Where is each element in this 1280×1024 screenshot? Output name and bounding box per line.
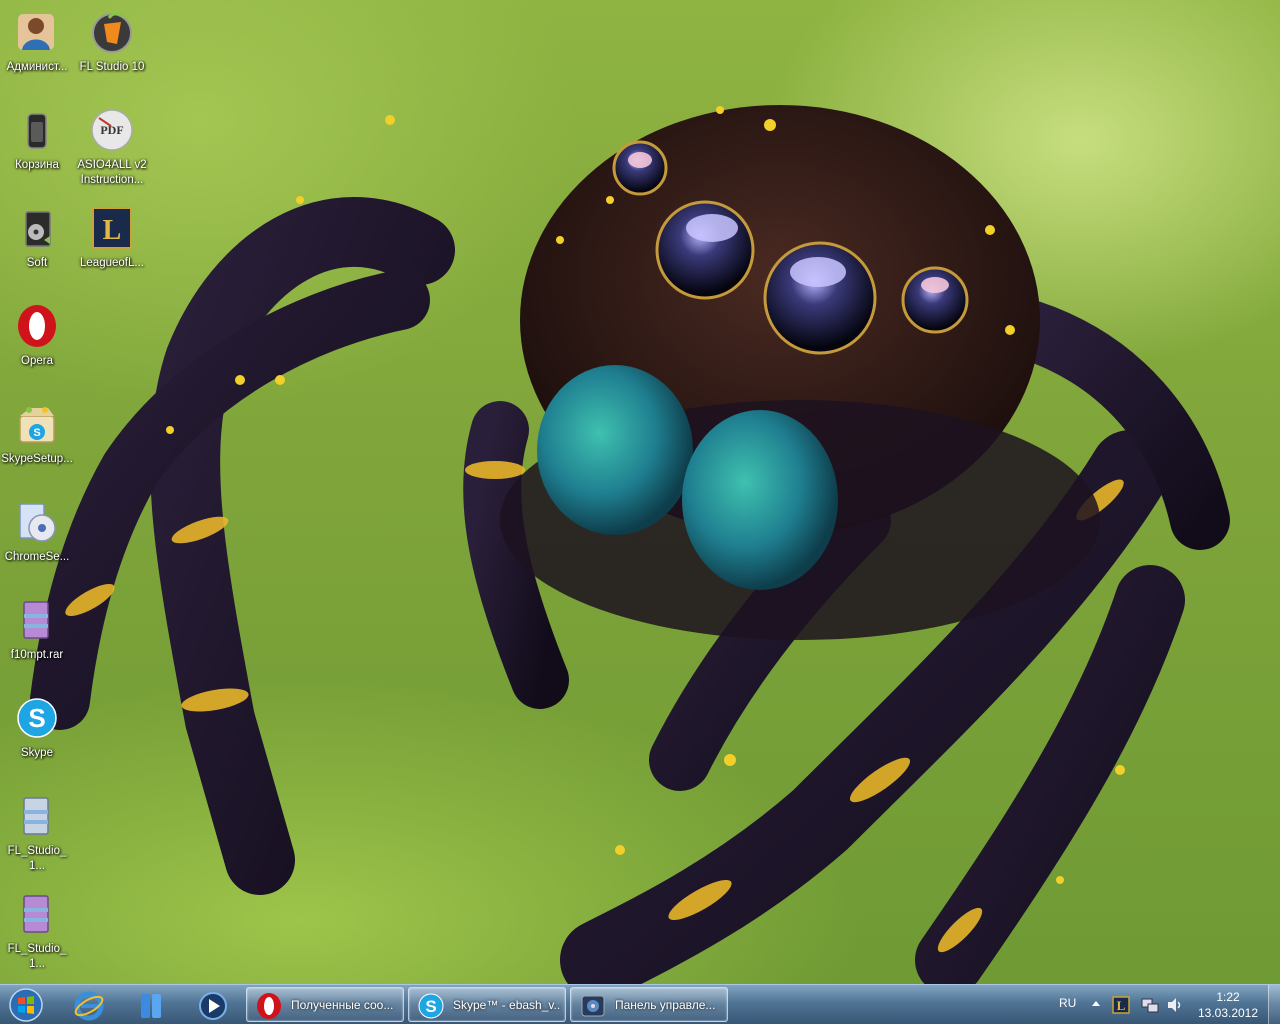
- league-of-legends-icon[interactable]: L: [1112, 996, 1130, 1014]
- svg-text:L: L: [103, 215, 122, 246]
- desktop-icon-label: ASIO4ALL v2 Instruction...: [77, 159, 147, 186]
- desktop-icon-asio4all-pdf[interactable]: PDF ASIO4ALL v2 Instruction...: [75, 102, 149, 192]
- start-orb-icon: [9, 988, 43, 1022]
- opera-icon: [18, 305, 56, 347]
- pinned-windows-explorer[interactable]: [126, 987, 176, 1023]
- desktop-icon-fl-studio-rar-2[interactable]: FL_Studio_1...: [0, 886, 74, 976]
- desktop-icon-label: FL_Studio_1...: [7, 845, 67, 872]
- opera-icon: [257, 993, 281, 1019]
- desktop-icon-label: Корзина: [15, 159, 59, 171]
- rar-archive-icon: [23, 601, 49, 639]
- skype-icon: S: [418, 993, 444, 1019]
- taskbar-window-opera[interactable]: Полученные соо...: [246, 987, 404, 1022]
- desktop-icon-chrome-setup[interactable]: ChromeSe...: [0, 494, 74, 584]
- control-panel-icon: [581, 995, 605, 1017]
- recycle-bin-icon: [27, 113, 47, 149]
- desktop-wallpaper: [0, 0, 1280, 984]
- clock-date[interactable]: 13.03.2012: [1193, 1006, 1263, 1020]
- desktop-icon-label: SkypeSetup...: [1, 453, 73, 465]
- show-desktop-button[interactable]: [1268, 985, 1280, 1024]
- desktop-icon-label: f10mpt.rar: [10, 649, 64, 661]
- taskbar-window-label: Панель управле...: [615, 998, 716, 1012]
- skype-icon: S: [17, 698, 57, 738]
- skype-setup-icon: S: [19, 407, 55, 443]
- desktop-icon-label: Opera: [21, 355, 53, 367]
- rar-archive-icon: [23, 895, 49, 933]
- chrome-setup-icon: [19, 503, 56, 542]
- taskbar-window-label: Skype™ - ebash_v...: [453, 998, 561, 1012]
- clock-time[interactable]: 1:22: [1198, 990, 1258, 1004]
- svg-text:S: S: [28, 703, 45, 733]
- user-account-icon: [18, 14, 54, 50]
- taskbar-window-label: Полученные соо...: [291, 998, 394, 1012]
- desktop-icon-label: Админист...: [6, 61, 68, 73]
- internet-explorer-icon: [74, 991, 104, 1021]
- language-indicator[interactable]: RU: [1059, 996, 1076, 1010]
- jumping-spider-wallpaper-image: [30, 105, 1230, 984]
- taskbar-window-control-panel[interactable]: Панель управле...: [570, 987, 728, 1022]
- desktop-icon-administrator[interactable]: Админист...: [0, 4, 74, 94]
- desktop-icon-label: FL Studio 10: [79, 61, 145, 73]
- media-player-icon: [199, 992, 227, 1020]
- pinned-internet-explorer[interactable]: [64, 987, 114, 1023]
- desktop-icon-recycle-bin[interactable]: Корзина: [0, 102, 74, 192]
- taskbar-window-skype[interactable]: S Skype™ - ebash_v...: [408, 987, 566, 1022]
- desktop-icon-league-of-legends[interactable]: L LeagueofL...: [75, 200, 149, 290]
- desktop-icon-label: LeagueofL...: [80, 257, 144, 269]
- volume-icon[interactable]: [1166, 996, 1184, 1014]
- fl-studio-icon: [92, 12, 132, 53]
- taskbar: Полученные соо... S Skype™ - ebash_v... …: [0, 984, 1280, 1024]
- desktop-icon-label: Skype: [21, 747, 53, 759]
- desktop-icon-fl-studio-10[interactable]: FL Studio 10: [75, 4, 149, 94]
- desktop-icon-label: Soft: [26, 257, 48, 269]
- desktop-icon-soft[interactable]: Soft: [0, 200, 74, 290]
- pinned-media-player[interactable]: [188, 987, 238, 1023]
- desktop-icon-f10mpt-rar[interactable]: f10mpt.rar: [0, 592, 74, 682]
- league-of-legends-icon: L: [92, 207, 132, 249]
- pdf-icon: PDF: [91, 109, 133, 151]
- desktop-icon-label: ChromeSe...: [4, 551, 70, 563]
- folder-icon: [25, 211, 51, 247]
- svg-text:L: L: [1117, 998, 1126, 1013]
- desktop-icon-fl-studio-rar-1[interactable]: FL_Studio_1...: [0, 788, 74, 878]
- start-button[interactable]: [2, 987, 52, 1023]
- network-icon[interactable]: [1141, 996, 1159, 1014]
- svg-text:S: S: [33, 427, 40, 439]
- show-hidden-icons-icon[interactable]: [1090, 995, 1102, 1011]
- desktop-icon-label: FL_Studio_1...: [7, 943, 67, 970]
- desktop-icon-opera[interactable]: Opera: [0, 298, 74, 388]
- desktop-icon-skype[interactable]: S Skype: [0, 690, 74, 780]
- desktop-icon-skype-setup[interactable]: S SkypeSetup...: [0, 396, 74, 486]
- windows-explorer-icon: [141, 994, 161, 1018]
- svg-text:PDF: PDF: [100, 123, 123, 137]
- svg-text:S: S: [425, 997, 436, 1016]
- rar-archive-icon: [23, 797, 49, 835]
